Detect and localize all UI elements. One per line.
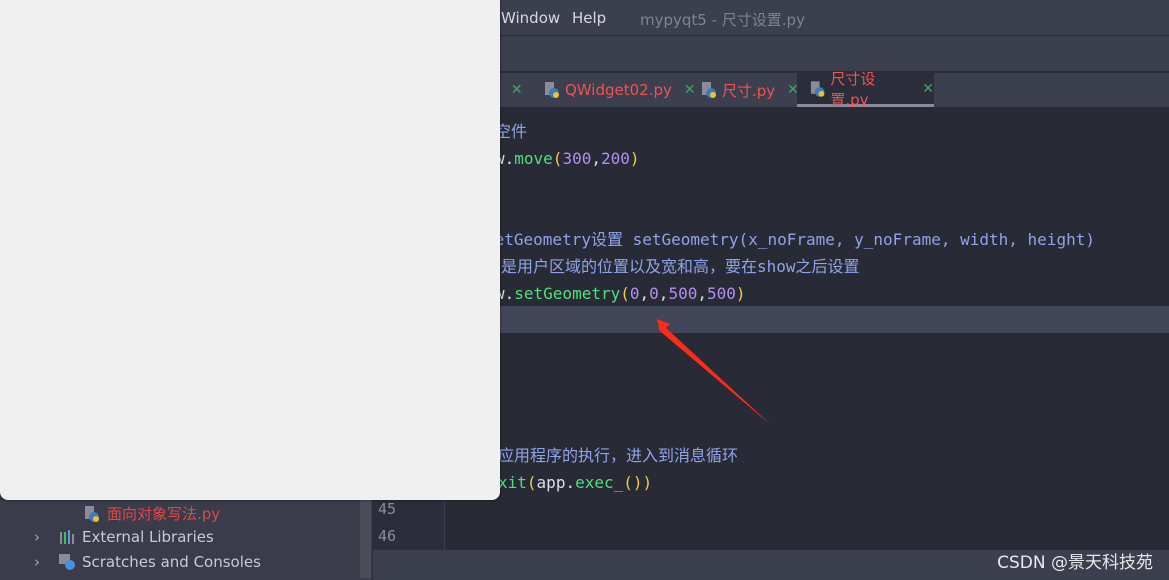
tree-item-external-libraries[interactable]: › External Libraries: [34, 528, 214, 546]
libraries-icon: [60, 530, 74, 544]
tree-item-file[interactable]: 面向对象写法.py: [83, 503, 220, 524]
tree-label: 面向对象写法.py: [107, 505, 221, 523]
tree-item-scratches[interactable]: › Scratches and Consoles: [34, 553, 261, 571]
tree-label: External Libraries: [82, 528, 214, 546]
tree-label: Scratches and Consoles: [82, 553, 261, 571]
watermark: CSDN @景天科技苑: [997, 553, 1153, 573]
app-window[interactable]: [0, 0, 500, 500]
chevron-right-icon[interactable]: ›: [34, 528, 52, 546]
python-file-icon: [85, 505, 99, 522]
scrollbar[interactable]: [360, 500, 371, 578]
scratches-icon: [59, 554, 75, 570]
chevron-right-icon[interactable]: ›: [34, 553, 52, 571]
